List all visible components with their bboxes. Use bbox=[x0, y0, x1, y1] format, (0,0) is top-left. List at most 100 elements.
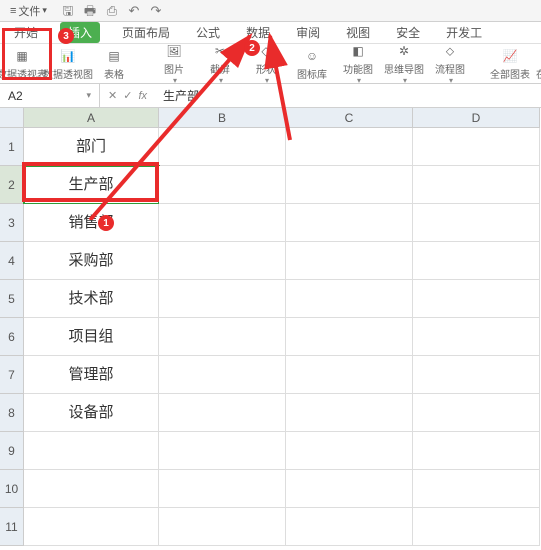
row-header-1[interactable]: 1 bbox=[0, 128, 24, 166]
cell-B7[interactable] bbox=[159, 356, 286, 394]
file-menu[interactable]: 文件 bbox=[4, 1, 53, 21]
cell-A2[interactable]: 生产部 bbox=[24, 166, 159, 204]
print-icon[interactable]: 🖶 bbox=[83, 4, 97, 18]
cell-D2[interactable] bbox=[413, 166, 540, 204]
mindmap-label: 思维导图 bbox=[384, 61, 424, 76]
cell-C2[interactable] bbox=[286, 166, 413, 204]
cell-B6[interactable] bbox=[159, 318, 286, 356]
cell-B2[interactable] bbox=[159, 166, 286, 204]
row-header-2[interactable]: 2 bbox=[0, 166, 24, 204]
cell-A5[interactable]: 技术部 bbox=[24, 280, 159, 318]
fx-icon[interactable]: fx bbox=[138, 90, 147, 102]
preview-icon[interactable]: ⎙ bbox=[105, 4, 119, 18]
tab-pagelayout[interactable]: 页面布局 bbox=[118, 22, 174, 43]
cell-B9[interactable] bbox=[159, 432, 286, 470]
name-box[interactable]: A2 bbox=[0, 84, 100, 107]
cell-D6[interactable] bbox=[413, 318, 540, 356]
cell-A4[interactable]: 采购部 bbox=[24, 242, 159, 280]
cell-A10[interactable] bbox=[24, 470, 159, 508]
cell-B4[interactable] bbox=[159, 242, 286, 280]
cell-A3[interactable]: 销售部 bbox=[24, 204, 159, 242]
row-header-4[interactable]: 4 bbox=[0, 242, 24, 280]
annotation-badge-3: 3 bbox=[58, 28, 74, 44]
row-header-5[interactable]: 5 bbox=[0, 280, 24, 318]
mindmap-button[interactable]: ✲ 思维导图 bbox=[388, 42, 420, 85]
cell-C3[interactable] bbox=[286, 204, 413, 242]
cell-D10[interactable] bbox=[413, 470, 540, 508]
cell-C10[interactable] bbox=[286, 470, 413, 508]
tab-data[interactable]: 数据 bbox=[242, 22, 274, 43]
iconlib-icon: ☺ bbox=[302, 47, 322, 65]
undo-icon[interactable]: ↶ bbox=[127, 4, 141, 18]
cell-C5[interactable] bbox=[286, 280, 413, 318]
smartart-button[interactable]: ◧ 功能图 bbox=[342, 42, 374, 85]
cell-B11[interactable] bbox=[159, 508, 286, 546]
tab-start[interactable]: 开始 bbox=[10, 22, 42, 43]
cell-C7[interactable] bbox=[286, 356, 413, 394]
fx-cancel-icon[interactable]: ✕ bbox=[108, 89, 117, 102]
cell-C6[interactable] bbox=[286, 318, 413, 356]
cell-B3[interactable] bbox=[159, 204, 286, 242]
cell-D1[interactable] bbox=[413, 128, 540, 166]
cell-A9[interactable] bbox=[24, 432, 159, 470]
cell-D5[interactable] bbox=[413, 280, 540, 318]
cell-D9[interactable] bbox=[413, 432, 540, 470]
cell-A8[interactable]: 设备部 bbox=[24, 394, 159, 432]
table-button[interactable]: ▤ 表格 bbox=[98, 47, 130, 81]
col-header-C[interactable]: C bbox=[286, 108, 413, 128]
cell-D8[interactable] bbox=[413, 394, 540, 432]
tab-formula[interactable]: 公式 bbox=[192, 22, 224, 43]
formula-value[interactable]: 生产部 bbox=[155, 87, 207, 104]
allcharts-button[interactable]: 📈 全部图表 bbox=[494, 47, 526, 81]
row-header-6[interactable]: 6 bbox=[0, 318, 24, 356]
cell-C9[interactable] bbox=[286, 432, 413, 470]
cell-B1[interactable] bbox=[159, 128, 286, 166]
flowchart-icon: ⬦ bbox=[440, 42, 460, 60]
tab-view[interactable]: 视图 bbox=[342, 22, 374, 43]
row-header-10[interactable]: 10 bbox=[0, 470, 24, 508]
cell-A11[interactable] bbox=[24, 508, 159, 546]
cell-C4[interactable] bbox=[286, 242, 413, 280]
cell-A6[interactable]: 项目组 bbox=[24, 318, 159, 356]
fx-accept-icon[interactable]: ✓ bbox=[123, 89, 132, 102]
allcharts-icon: 📈 bbox=[500, 47, 520, 65]
col-header-D[interactable]: D bbox=[413, 108, 540, 128]
iconlib-button[interactable]: ☺ 图标库 bbox=[296, 47, 328, 81]
select-all-corner[interactable] bbox=[0, 108, 24, 128]
save-icon[interactable]: 🖫 bbox=[61, 4, 75, 18]
pivot-table-button[interactable]: ▦ 数据透视表 bbox=[6, 47, 38, 81]
picture-button[interactable]: 🖼 图片 bbox=[158, 42, 190, 85]
pivot-chart-label: 数据透视图 bbox=[43, 66, 93, 81]
cell-D11[interactable] bbox=[413, 508, 540, 546]
row-header-8[interactable]: 8 bbox=[0, 394, 24, 432]
col-header-A[interactable]: A bbox=[24, 108, 159, 128]
cell-B10[interactable] bbox=[159, 470, 286, 508]
smartart-icon: ◧ bbox=[348, 42, 368, 60]
tab-security[interactable]: 安全 bbox=[392, 22, 424, 43]
col-header-B[interactable]: B bbox=[159, 108, 286, 128]
row-header-3[interactable]: 3 bbox=[0, 204, 24, 242]
row-header-7[interactable]: 7 bbox=[0, 356, 24, 394]
redo-icon[interactable]: ↷ bbox=[149, 4, 163, 18]
cell-D7[interactable] bbox=[413, 356, 540, 394]
cell-A7[interactable]: 管理部 bbox=[24, 356, 159, 394]
cell-B8[interactable] bbox=[159, 394, 286, 432]
cell-C1[interactable] bbox=[286, 128, 413, 166]
pivot-chart-button[interactable]: 📊 数据透视图 bbox=[52, 47, 84, 81]
spreadsheet-grid: A B C D 1 部门 2 生产部 3 销售部 4 采购部 5 技术部 6 项… bbox=[0, 108, 541, 546]
tab-review[interactable]: 审阅 bbox=[292, 22, 324, 43]
cell-C8[interactable] bbox=[286, 394, 413, 432]
pivot-table-icon: ▦ bbox=[12, 47, 32, 65]
cell-D3[interactable] bbox=[413, 204, 540, 242]
cell-B5[interactable] bbox=[159, 280, 286, 318]
row-header-9[interactable]: 9 bbox=[0, 432, 24, 470]
cell-C11[interactable] bbox=[286, 508, 413, 546]
screenshot-button[interactable]: ✂ 截屏 bbox=[204, 42, 236, 85]
cell-D4[interactable] bbox=[413, 242, 540, 280]
tab-dev[interactable]: 开发工 bbox=[442, 22, 486, 43]
flowchart-button[interactable]: ⬦ 流程图 bbox=[434, 42, 466, 85]
cell-A1[interactable]: 部门 bbox=[24, 128, 159, 166]
pivot-chart-icon: 📊 bbox=[58, 47, 78, 65]
row-header-11[interactable]: 11 bbox=[0, 508, 24, 546]
iconlib-label: 图标库 bbox=[297, 66, 327, 81]
